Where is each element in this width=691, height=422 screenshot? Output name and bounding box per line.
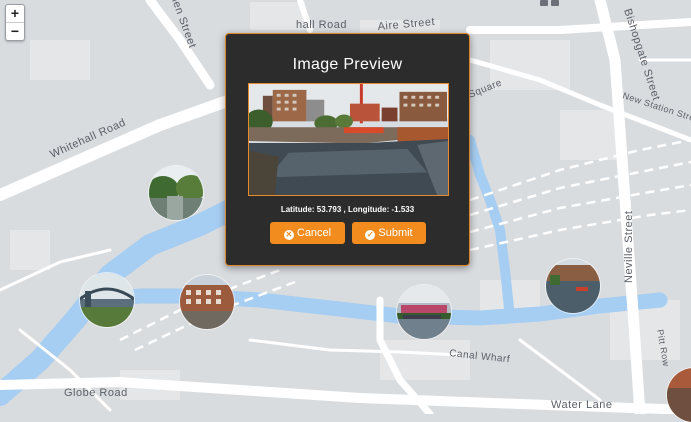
zoom-out-button[interactable]: − [6,22,24,40]
coordinates-text: Latitude: 53.793 , Longitude: -1.533 [280,205,415,214]
rail-icon [540,0,548,6]
times-circle-icon: ✕ [283,230,294,240]
cancel-button[interactable]: ✕ Cancel [270,222,345,244]
label-hall-road: hall Road [296,19,347,31]
label-globe-road: Globe Road [64,387,128,399]
image-preview-modal: Image Preview Latitude: 53.793 , Longitu… [225,33,470,266]
check-circle-icon: ✓ [365,230,376,240]
photo-marker-canal[interactable] [546,259,600,313]
submit-button-label: Submit [378,227,413,239]
preview-image [248,83,449,196]
label-neville-street: Neville Street [623,211,635,283]
label-water-lane: Water Lane [551,399,612,411]
bus-icon [551,0,559,6]
photo-marker-trees[interactable] [149,166,203,220]
photo-marker-bridge[interactable] [80,273,134,327]
photo-marker-boats[interactable] [397,285,451,339]
photo-marker-warehouse[interactable] [180,275,234,329]
modal-title: Image Preview [292,56,403,73]
cancel-button-label: Cancel [296,227,332,239]
zoom-control: + − [5,4,25,41]
zoom-in-button[interactable]: + [6,5,24,22]
submit-button[interactable]: ✓ Submit [352,222,426,244]
